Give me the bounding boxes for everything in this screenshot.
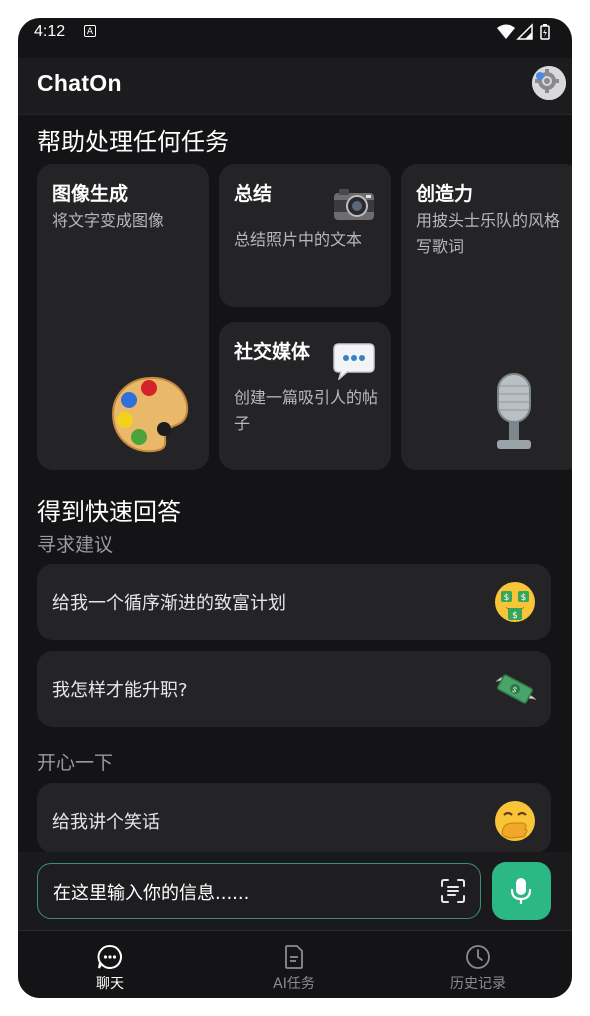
clock-icon	[466, 945, 490, 969]
svg-text:$: $	[512, 611, 518, 621]
card-desc: 创建一篇吸引人的帖子	[234, 388, 379, 433]
tab-history[interactable]: 历史记录	[386, 931, 570, 998]
chat-bubble-icon	[97, 944, 122, 969]
tab-ai-tasks[interactable]: AI任务	[202, 931, 386, 998]
card-title: 创造力	[416, 183, 474, 205]
palette-icon	[111, 376, 189, 453]
card-title: 图像生成	[52, 183, 129, 205]
message-input-placeholder: 在这里输入你的信息......	[53, 883, 250, 904]
status-time: 4:12	[34, 23, 66, 40]
card-image-generation[interactable]: 图像生成 将文字变成图像	[37, 164, 209, 470]
quick-answers-heading: 得到快速回答	[37, 498, 181, 526]
list-item-text: 给我讲个笑话	[52, 812, 160, 833]
message-input[interactable]: 在这里输入你的信息......	[37, 863, 481, 919]
tab-label: 历史记录	[450, 976, 506, 992]
gear-icon	[532, 66, 566, 100]
group-label-advice: 寻求建议	[37, 534, 114, 556]
document-icon	[285, 945, 303, 969]
speech-bubble-icon	[333, 343, 375, 380]
card-desc: 用披头士乐队的风格写歌词	[416, 211, 561, 256]
list-item-joke[interactable]: 给我讲个笑话	[37, 783, 551, 853]
tab-label: AI任务	[273, 976, 315, 992]
card-summarize[interactable]: 总结 总结照片中的文本	[219, 164, 391, 307]
group-label-fun: 开心一下	[37, 752, 114, 774]
settings-button[interactable]	[532, 66, 566, 100]
battery-icon	[540, 24, 550, 40]
card-title: 总结	[234, 183, 273, 205]
composer-bar: 在这里输入你的信息......	[18, 852, 572, 930]
list-item-rich-plan[interactable]: 给我一个循序渐进的致富计划 $ $ $	[37, 564, 551, 640]
card-desc: 将文字变成图像	[52, 211, 165, 230]
bottom-navigation: 聊天 AI任务 历史记录	[18, 930, 572, 998]
card-desc: 总结照片中的文本	[234, 230, 363, 249]
wifi-icon	[497, 24, 515, 39]
phone-screen: 4:12 A ChatOn 帮助处理任何任务 图像生成 将文字变成图像 总结 总…	[18, 18, 572, 998]
app-bar: ChatOn	[18, 58, 572, 115]
card-social-media[interactable]: 社交媒体 创建一篇吸引人的帖子	[219, 322, 391, 470]
list-item-text: 给我一个循序渐进的致富计划	[52, 593, 286, 614]
app-title: ChatOn	[37, 70, 122, 96]
card-title: 社交媒体	[234, 341, 311, 363]
money-with-wings-icon: $	[495, 674, 537, 704]
card-creativity[interactable]: 创造力 用披头士乐队的风格写歌词	[401, 164, 572, 470]
tasks-heading: 帮助处理任何任务	[37, 128, 229, 156]
system-icons	[496, 23, 556, 45]
microphone-icon	[497, 373, 531, 449]
svg-text:$: $	[504, 593, 510, 603]
svg-text:$: $	[521, 593, 527, 603]
a-notification-icon: A	[84, 25, 96, 37]
hand-over-mouth-face-icon	[495, 801, 535, 841]
scan-text-icon[interactable]	[440, 878, 466, 904]
signal-icon	[516, 23, 533, 40]
tab-label: 聊天	[96, 976, 124, 992]
list-item-text: 我怎样才能升职?	[52, 680, 188, 701]
microphone-icon	[510, 878, 532, 904]
list-item-promotion[interactable]: 我怎样才能升职? $	[37, 651, 551, 727]
voice-input-button[interactable]	[492, 862, 551, 920]
money-mouth-face-icon: $ $ $	[495, 582, 535, 622]
tab-chat[interactable]: 聊天	[18, 931, 202, 998]
status-bar: 4:12 A	[18, 18, 572, 46]
camera-icon	[334, 189, 374, 220]
